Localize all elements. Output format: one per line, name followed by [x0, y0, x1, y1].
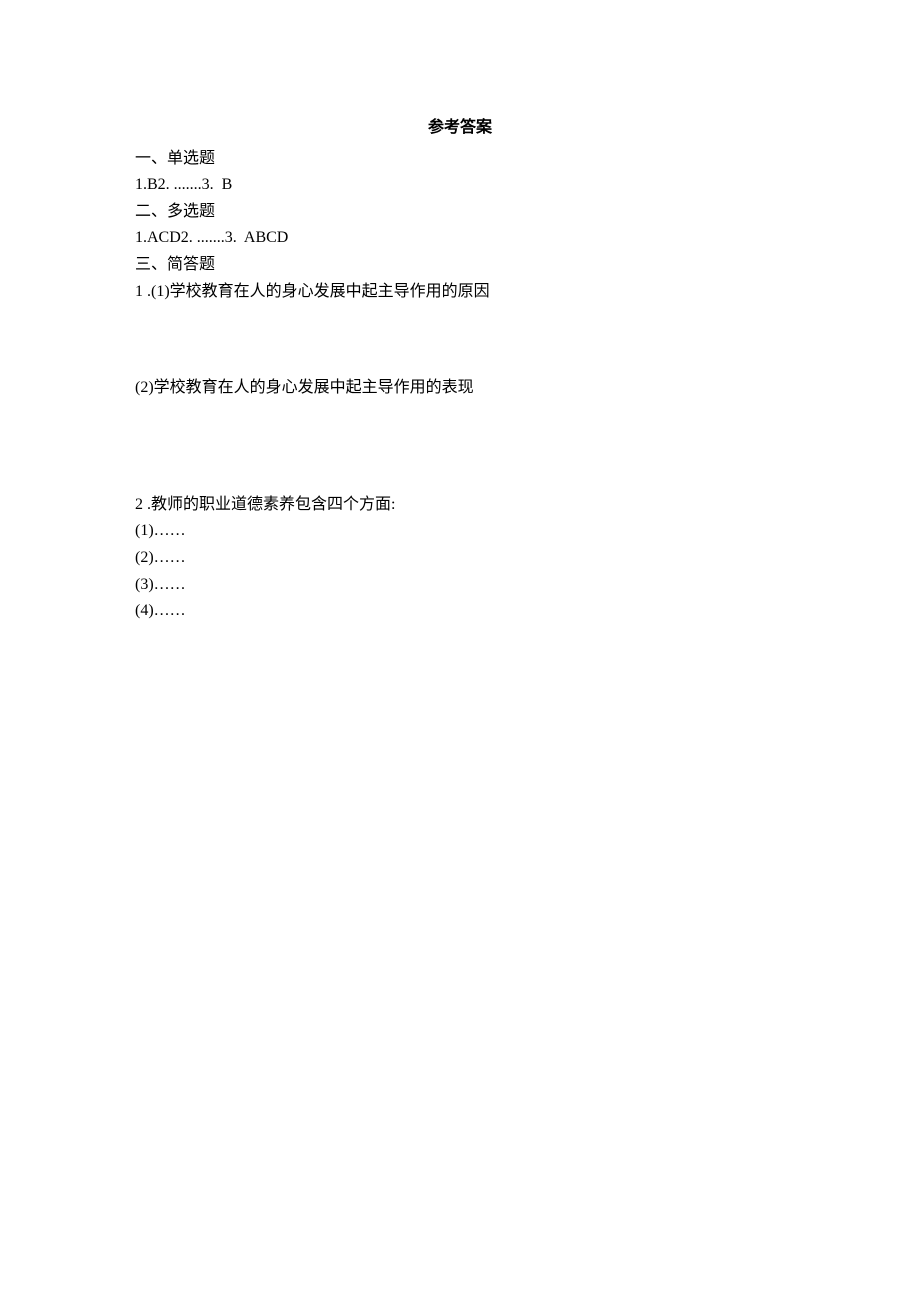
multi-choice-answers: 1.ACD2. .......3. ABCD	[135, 225, 785, 251]
short-answer-q2-item2: (2)……	[135, 545, 785, 571]
document-title: 参考答案	[135, 115, 785, 141]
short-answer-q2-item4: (4)……	[135, 598, 785, 624]
section-heading-single-choice: 一、单选题	[135, 146, 785, 172]
short-answer-q2-item3: (3)……	[135, 572, 785, 598]
blank-space	[135, 305, 785, 375]
section-heading-short-answer: 三、简答题	[135, 252, 785, 278]
blank-space	[135, 402, 785, 492]
single-choice-answers: 1.B2. .......3. B	[135, 172, 785, 198]
document-page: 参考答案 一、单选题 1.B2. .......3. B 二、多选题 1.ACD…	[0, 0, 920, 624]
section-heading-multi-choice: 二、多选题	[135, 199, 785, 225]
short-answer-q2-item1: (1)……	[135, 518, 785, 544]
short-answer-q1-part1: 1 .(1)学校教育在人的身心发展中起主导作用的原因	[135, 279, 785, 305]
short-answer-q2-intro: 2 .教师的职业道德素养包含四个方面:	[135, 492, 785, 518]
short-answer-q1-part2: (2)学校教育在人的身心发展中起主导作用的表现	[135, 375, 785, 401]
